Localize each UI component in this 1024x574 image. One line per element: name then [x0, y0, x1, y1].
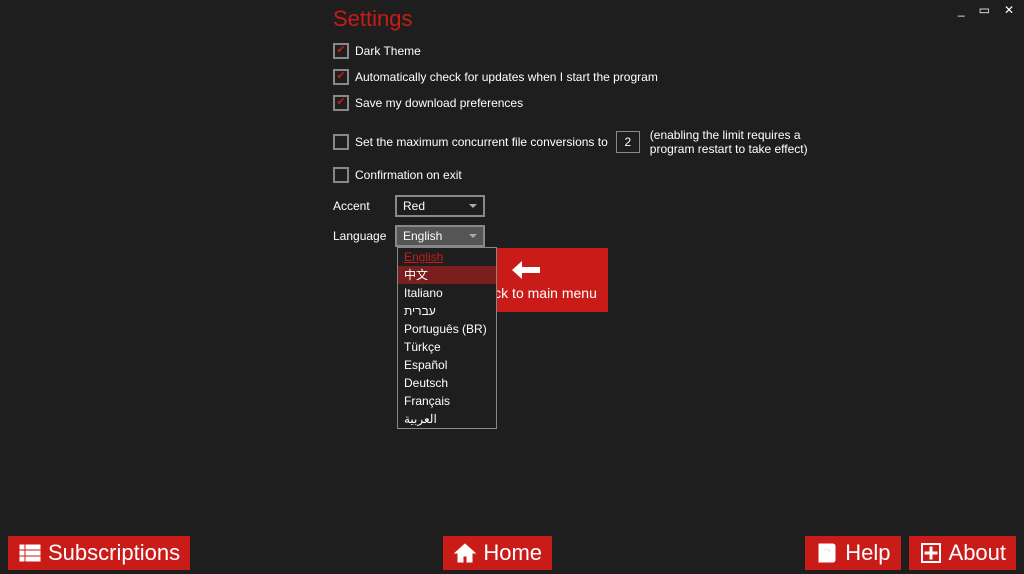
- help-button[interactable]: ? Help: [805, 536, 900, 570]
- language-value: English: [403, 229, 442, 243]
- max-conversions-hint-2: program restart to take effect): [650, 142, 808, 156]
- language-label: Language: [333, 229, 395, 243]
- about-button[interactable]: About: [909, 536, 1017, 570]
- page-title: Settings: [333, 6, 1024, 32]
- accent-label: Accent: [333, 199, 395, 213]
- language-option[interactable]: Italiano: [398, 284, 496, 302]
- svg-text:?: ?: [823, 545, 831, 561]
- home-button[interactable]: Home: [443, 536, 552, 570]
- home-icon: [453, 541, 477, 565]
- max-conversions-hint-1: (enabling the limit requires a: [650, 128, 808, 142]
- dark-theme-label: Dark Theme: [355, 44, 421, 58]
- language-select[interactable]: English English中文ItalianoעבריתPortuguês …: [395, 225, 485, 247]
- confirm-exit-checkbox[interactable]: [333, 167, 349, 183]
- accent-select[interactable]: Red: [395, 195, 485, 217]
- language-option[interactable]: Español: [398, 356, 496, 374]
- home-label: Home: [483, 540, 542, 566]
- about-label: About: [949, 540, 1007, 566]
- minimize-button[interactable]: _: [958, 4, 965, 16]
- max-conversions-input[interactable]: [616, 131, 640, 153]
- save-prefs-label: Save my download preferences: [355, 96, 523, 110]
- language-option[interactable]: Português (BR): [398, 320, 496, 338]
- accent-value: Red: [403, 199, 425, 213]
- max-conversions-label: Set the maximum concurrent file conversi…: [355, 135, 608, 149]
- help-icon: ?: [815, 541, 839, 565]
- confirm-exit-label: Confirmation on exit: [355, 168, 462, 182]
- arrow-left-icon: [510, 259, 546, 281]
- list-icon: [18, 541, 42, 565]
- dark-theme-checkbox[interactable]: [333, 43, 349, 59]
- language-option[interactable]: English: [398, 248, 496, 266]
- language-option[interactable]: Türkçe: [398, 338, 496, 356]
- help-label: Help: [845, 540, 890, 566]
- subscriptions-button[interactable]: Subscriptions: [8, 536, 190, 570]
- plus-icon: [919, 541, 943, 565]
- save-prefs-checkbox[interactable]: [333, 95, 349, 111]
- auto-update-label: Automatically check for updates when I s…: [355, 70, 658, 84]
- language-option[interactable]: עברית: [398, 302, 496, 320]
- auto-update-checkbox[interactable]: [333, 69, 349, 85]
- language-dropdown[interactable]: English中文ItalianoעבריתPortuguês (BR)Türk…: [397, 247, 497, 429]
- max-conversions-checkbox[interactable]: [333, 134, 349, 150]
- language-option[interactable]: العربية: [398, 410, 496, 428]
- language-option[interactable]: 中文: [398, 266, 496, 284]
- language-option[interactable]: Deutsch: [398, 374, 496, 392]
- maximize-button[interactable]: ▭: [979, 4, 990, 16]
- close-button[interactable]: ✕: [1004, 4, 1014, 16]
- subscriptions-label: Subscriptions: [48, 540, 180, 566]
- language-option[interactable]: Français: [398, 392, 496, 410]
